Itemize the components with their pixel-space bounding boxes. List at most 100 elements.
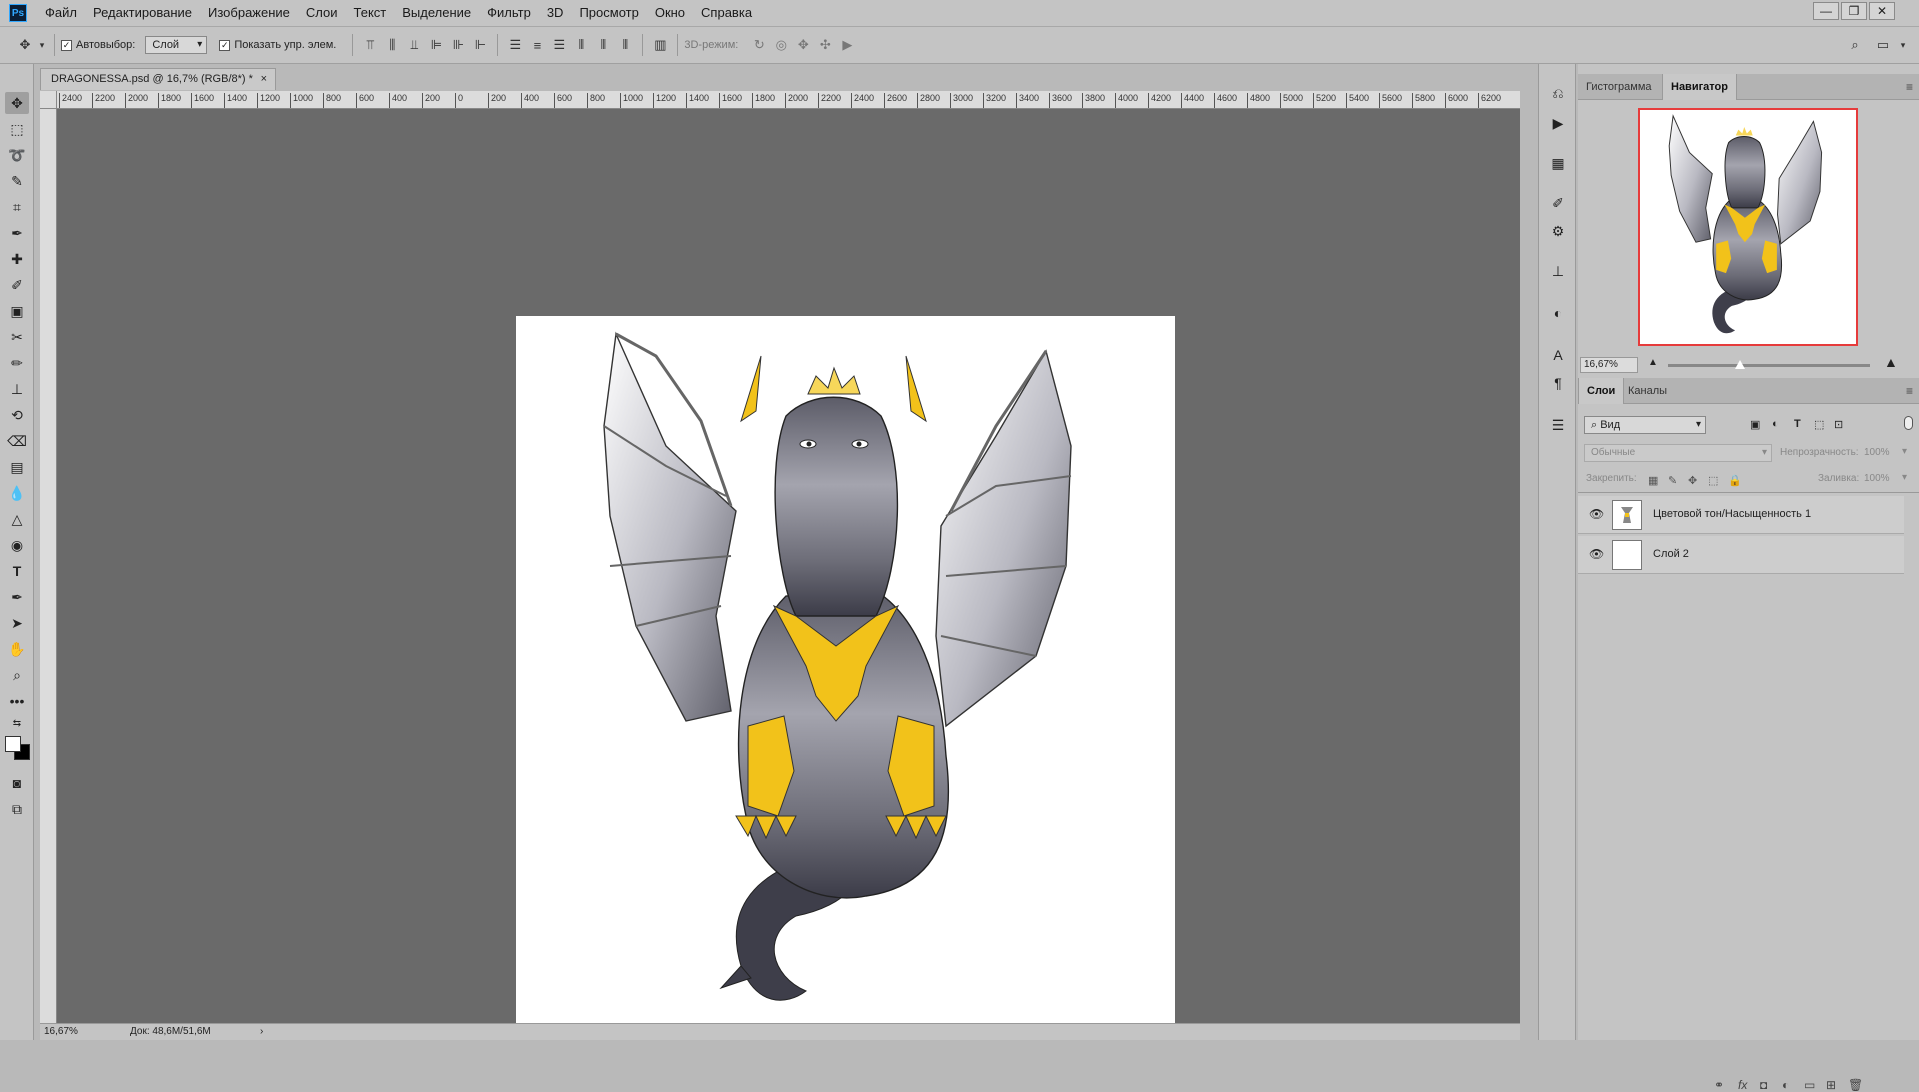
zoom-tool-icon[interactable]: ⌕ (5, 664, 29, 686)
move-tool-icon[interactable]: ✥ (5, 92, 29, 114)
menu-file[interactable]: Файл (37, 0, 85, 26)
navigator-zoom-slider[interactable] (1668, 364, 1870, 367)
lock-all-icon[interactable]: 🔒 (1728, 474, 1742, 487)
menu-select[interactable]: Выделение (394, 0, 479, 26)
distribute-vcenter-icon[interactable]: ≡ (526, 35, 548, 55)
blend-mode-dropdown[interactable]: Обычные ▾ (1584, 444, 1772, 462)
autoselect-dropdown[interactable]: Слой (145, 36, 208, 54)
hand-tool-icon[interactable]: ✋ (5, 638, 29, 660)
distribute-right-icon[interactable]: ⦀ (614, 35, 636, 55)
layer-row[interactable]: 👁 Слой 2 (1578, 536, 1904, 574)
actions-panel-icon[interactable]: ▶ (1547, 112, 1569, 134)
foreground-color-swatch[interactable] (5, 736, 21, 752)
quick-mask-icon[interactable]: ◙ (5, 772, 29, 794)
menu-help[interactable]: Справка (693, 0, 760, 26)
fill-value[interactable]: 100% (1864, 473, 1890, 484)
paragraph-panel-icon[interactable]: ¶ (1547, 372, 1569, 394)
panel-menu-icon[interactable]: ≡ (1906, 80, 1913, 94)
ruler-origin[interactable] (40, 91, 57, 109)
show-transform-checkbox[interactable]: ✓ (219, 39, 231, 51)
distribute-top-icon[interactable]: ☰ (504, 35, 526, 55)
new-layer-icon[interactable]: ⊞ (1826, 1078, 1836, 1092)
swap-colors-icon[interactable]: ⇆ (5, 712, 29, 734)
tab-histogram[interactable]: Гистограмма (1578, 74, 1660, 100)
search-icon[interactable]: ⌕ (1844, 35, 1866, 55)
pencil-tool-icon[interactable]: ✏ (5, 352, 29, 374)
history-brush-tool-icon[interactable]: ⟲ (5, 404, 29, 426)
distribute-hcenter-icon[interactable]: ⦀ (592, 35, 614, 55)
layer-row[interactable]: 👁 Цветовой тон/Насыщенность 1 (1578, 496, 1904, 534)
filter-type-icon[interactable]: T (1794, 418, 1801, 430)
zoom-out-icon[interactable]: ▲ (1648, 357, 1658, 368)
filter-shape-icon[interactable]: ⬚ (1814, 418, 1824, 431)
sponge-tool-icon[interactable]: ◉ (5, 534, 29, 556)
pen-tool-icon[interactable]: ✒ (5, 586, 29, 608)
document-workspace[interactable] (57, 109, 1520, 1033)
character-panel-icon[interactable]: A (1547, 344, 1569, 366)
navigator-zoom-knob[interactable] (1735, 360, 1745, 369)
tab-navigator[interactable]: Навигатор (1662, 74, 1737, 100)
brush-tool-icon[interactable]: ✐ (5, 274, 29, 296)
vertical-ruler[interactable] (40, 109, 57, 1023)
opacity-value[interactable]: 100% (1864, 447, 1890, 458)
properties-panel-icon[interactable]: ☰ (1547, 414, 1569, 436)
layer-filter-dropdown[interactable]: ⌕ Вид ▾ (1584, 416, 1706, 434)
document-tab[interactable]: DRAGONESSA.psd @ 16,7% (RGB/8*) * × (40, 68, 276, 90)
filter-toggle[interactable] (1904, 416, 1913, 430)
align-bottom-icon[interactable]: ⫫ (403, 35, 425, 55)
workspace-icon[interactable]: ▭ (1872, 35, 1894, 55)
layer-style-icon[interactable]: fx (1738, 1078, 1747, 1092)
quick-select-tool-icon[interactable]: ✎ (5, 170, 29, 192)
minimize-button[interactable]: — (1813, 2, 1839, 20)
image-canvas[interactable] (516, 316, 1175, 1033)
adjustments-panel-icon[interactable]: ⚙ (1547, 220, 1569, 242)
eye-icon[interactable]: 👁 (1589, 547, 1604, 561)
gradient-tool-icon[interactable]: ▤ (5, 456, 29, 478)
align-hcenter-icon[interactable]: ⊪ (447, 35, 469, 55)
align-vcenter-icon[interactable]: ⫼ (381, 35, 403, 55)
eyedropper-tool-icon[interactable]: ✒ (5, 222, 29, 244)
status-zoom[interactable]: 16,67% (44, 1026, 78, 1037)
swatches-panel-icon[interactable]: ▦ (1547, 152, 1569, 174)
filter-smart-object-icon[interactable]: ⊡ (1834, 418, 1843, 431)
chevron-down-icon[interactable]: ▾ (1902, 472, 1907, 483)
layer-name[interactable]: Слой 2 (1653, 548, 1689, 560)
new-adjustment-icon[interactable]: ◐ (1782, 1078, 1789, 1092)
horizontal-ruler[interactable]: 2400 2200 2000 1800 1600 1400 1200 1000 800 600 40… (57, 91, 1520, 109)
auto-align-icon[interactable]: ▥ (649, 35, 671, 55)
panel-menu-icon[interactable]: ≡ (1906, 384, 1913, 398)
filter-adjustment-icon[interactable]: ◐ (1772, 418, 1779, 430)
clone-source-icon[interactable]: ⊥ (1547, 260, 1569, 282)
lasso-tool-icon[interactable]: ➰ (5, 144, 29, 166)
styles-panel-icon[interactable]: ◐ (1547, 302, 1569, 324)
distribute-left-icon[interactable]: ⦀ (570, 35, 592, 55)
tool-preset-chevron-icon[interactable]: ▾ (36, 35, 48, 55)
align-left-icon[interactable]: ⊫ (425, 35, 447, 55)
menu-view[interactable]: Просмотр (571, 0, 646, 26)
status-chevron-icon[interactable]: › (260, 1026, 263, 1037)
path-select-tool-icon[interactable]: ➤ (5, 612, 29, 634)
history-panel-icon[interactable]: ⎌ (1547, 82, 1569, 104)
move-tool-icon[interactable]: ✥ (14, 35, 36, 55)
new-group-icon[interactable]: ▭ (1804, 1078, 1815, 1092)
menu-edit[interactable]: Редактирование (85, 0, 200, 26)
eye-icon[interactable]: 👁 (1589, 507, 1604, 521)
sharpen-tool-icon[interactable]: △ (5, 508, 29, 530)
filter-pixel-icon[interactable]: ▣ (1750, 418, 1760, 431)
healing-tool-icon[interactable]: ✚ (5, 248, 29, 270)
menu-layers[interactable]: Слои (298, 0, 346, 26)
add-mask-icon[interactable]: ◘ (1760, 1078, 1767, 1092)
menu-image[interactable]: Изображение (200, 0, 298, 26)
navigator-zoom-input[interactable]: 16,67% (1580, 357, 1638, 373)
frame-tool-icon[interactable]: ▣ (5, 300, 29, 322)
menu-window[interactable]: Окно (647, 0, 693, 26)
menu-3d[interactable]: 3D (539, 0, 572, 26)
scissors-tool-icon[interactable]: ✂ (5, 326, 29, 348)
autoselect-checkbox[interactable]: ✓ (61, 39, 72, 51)
link-layers-icon[interactable]: ⚭ (1714, 1078, 1724, 1092)
menu-type[interactable]: Текст (346, 0, 395, 26)
zoom-in-icon[interactable]: ▲ (1884, 354, 1898, 370)
lock-image-icon[interactable]: ✎ (1668, 474, 1677, 487)
brush-settings-icon[interactable]: ✐ (1547, 192, 1569, 214)
chevron-down-icon[interactable]: ▾ (1902, 446, 1907, 457)
